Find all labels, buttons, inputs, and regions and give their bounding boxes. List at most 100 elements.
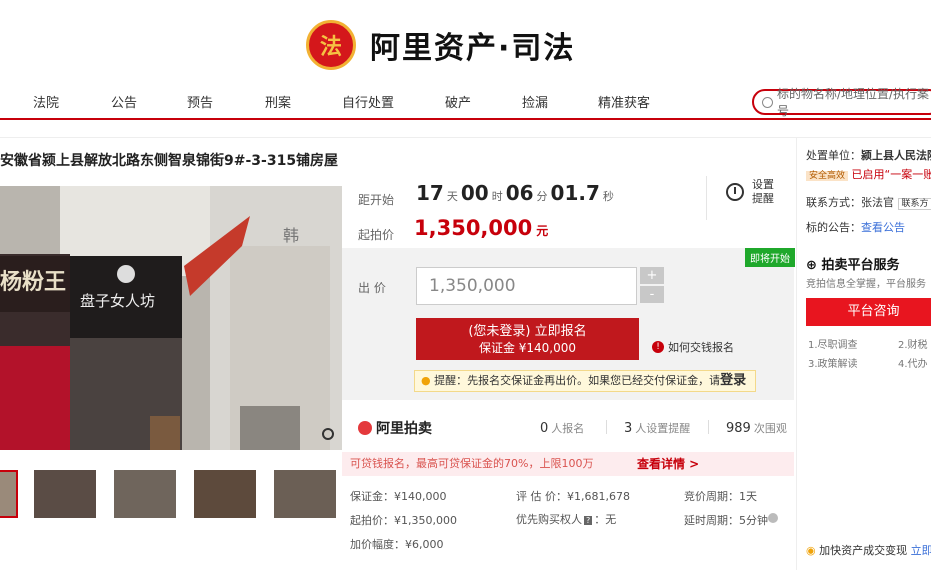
priority-label: 优先购买权人 [516,513,582,526]
nav-item-bankruptcy[interactable]: 破产 [445,92,471,111]
seconds-unit: 秒 [602,190,614,203]
court-name[interactable]: 颍上县人民法院 [861,149,931,162]
set-reminder-button[interactable]: 设置提醒 [726,178,776,206]
court-line: 处置单位：颍上县人民法院 [806,147,931,163]
view-label: 次围观 [753,422,787,435]
nav-item-bargain[interactable]: 捡漏 [522,92,548,111]
thumbnail-1[interactable] [0,470,18,518]
signup-label: 人报名 [551,422,585,435]
promo-link[interactable]: 立即 [911,544,931,557]
view-count: 989 次围观 [726,420,787,436]
signup-count: 0 人报名 [540,420,584,436]
hours-unit: 时 [491,190,503,203]
reminder-label: 设置提醒 [752,178,774,205]
site-logo[interactable]: 法 阿里资产·司法 [306,16,575,74]
countdown-timer: 17 天 00 时 06 分 01.7 秒 [416,181,617,205]
search-icon [762,96,773,108]
lightbulb-icon: ● [421,374,431,387]
search-placeholder: 标的物名称/地理位置/执行案号 [776,87,930,118]
notice-label: 标的公告： [806,221,861,234]
decrease-bid-button[interactable]: - [640,286,664,303]
appraisal-info: 评 估 价：¥1,681,678 [516,490,630,503]
bid-label: 出 价 [358,281,386,295]
service-icon: ⊕ [806,258,817,273]
service-title: 拍卖平台服务 [821,258,900,273]
deposit-info: 保证金：¥140,000 [350,490,447,503]
page-title: 安徽省颍上县解放北路东侧智泉锦街9#-3-315铺房屋 [0,153,339,169]
start-price: 1,350,000 元 [414,216,548,240]
safe-text: 已启用“一案一账 [851,168,931,181]
ali-auction-brand: 阿里拍卖 [358,418,432,438]
question-icon[interactable]: ? [584,516,593,525]
nav-item-preview[interactable]: 预告 [187,92,213,111]
notice-link[interactable]: 查看公告 [861,221,905,234]
stat-divider [708,420,709,434]
nav-item-notice[interactable]: 公告 [111,92,137,111]
court-emblem-icon: 法 [306,20,356,70]
divider-vertical [706,176,707,220]
zoom-icon[interactable] [322,428,334,440]
contact-line: 联系方式：张法官 联系方 [806,194,931,210]
countdown-hours: 00 [460,181,489,205]
view-value: 989 [726,421,751,436]
divider [0,137,931,138]
increase-bid-button[interactable]: + [640,267,664,284]
promo-text: 加快资产成交变现 [819,544,908,557]
reminder-count: 3 人设置提醒 [624,420,690,436]
nav-item-court[interactable]: 法院 [33,92,59,111]
stat-divider [606,420,607,434]
contact-button[interactable]: 联系方 [897,198,931,210]
loan-banner: 可贷钱报名，最高可贷保证金的70%，上限100万 [342,452,794,476]
increment-info: 加价幅度：¥6,000 [350,538,444,551]
thumbnail-4[interactable] [194,470,256,518]
register-button[interactable]: (您未登录) 立即报名 保证金 ¥140,000 [416,318,639,360]
service-item-1[interactable]: 1.尽职调查 [808,336,858,351]
how-to-pay-link[interactable]: ! 如何交钱报名 [652,339,734,355]
service-subtitle: 竞拍信息全掌握，平台服务 [806,279,926,290]
help-icon[interactable] [768,513,778,523]
bid-input[interactable]: 1,350,000 [416,267,637,305]
coin-icon: ◉ [806,544,816,557]
ali-logo-icon [358,421,372,435]
start-price-label: 起拍价 [358,228,395,242]
priority-info: 优先购买权人? ：无 [516,511,616,527]
signup-value: 0 [540,421,549,436]
notice-line: 标的公告：查看公告 [806,219,905,235]
logo-text: 阿里资产·司法 [370,31,576,66]
service-item-2[interactable]: 2.财税 [898,336,928,351]
safe-line: 安全高效 已启用“一案一账 [806,166,931,182]
thumbnail-2[interactable] [34,470,96,518]
contact-label: 联系方式：张法官 [806,196,894,209]
countdown-label: 距开始 [358,193,395,207]
nav-item-self-disposal[interactable]: 自行处置 [342,92,394,111]
service-item-4[interactable]: 4.代办 [898,355,928,370]
countdown-days: 17 [416,181,444,205]
thumbnail-5[interactable] [274,470,336,518]
reminder-value: 3 [624,421,633,436]
service-item-3[interactable]: 3.政策解读 [808,355,858,370]
price-unit: 元 [536,224,549,238]
alarm-clock-icon [726,183,744,201]
register-deposit: 保证金 ¥140,000 [478,341,577,355]
main-photo[interactable]: 杨粉王 盘子女人坊 韩 [0,186,342,450]
priority-value: ：无 [594,513,617,526]
cycle-info: 竞价周期：1天 [684,490,757,503]
nav-item-criminal[interactable]: 刑案 [265,92,291,111]
how-to-pay-label: 如何交钱报名 [668,341,734,354]
platform-consult-button[interactable]: 平台咨询 [806,298,931,326]
countdown-seconds: 01.7 [550,181,600,205]
reminder-count-label: 人设置提醒 [635,422,691,435]
thumbnail-3[interactable] [114,470,176,518]
info-icon: ! [652,341,664,353]
login-link[interactable]: 登录 [720,373,746,388]
sign-left: 杨粉王 [0,270,67,295]
minutes-unit: 分 [536,190,548,203]
bottom-promo: ◉ 加快资产成交变现 立即 [806,542,931,558]
safe-badge: 安全高效 [806,171,849,181]
loan-detail-link[interactable]: 查看详情 > [637,452,699,476]
nav-item-precise[interactable]: 精准获客 [598,92,650,111]
service-title-line: ⊕ 拍卖平台服务 [806,254,899,273]
search-input[interactable]: 标的物名称/地理位置/执行案号 [752,87,931,118]
court-label: 处置单位： [806,149,861,162]
delay-info: 延时周期：5分钟 [684,514,768,527]
